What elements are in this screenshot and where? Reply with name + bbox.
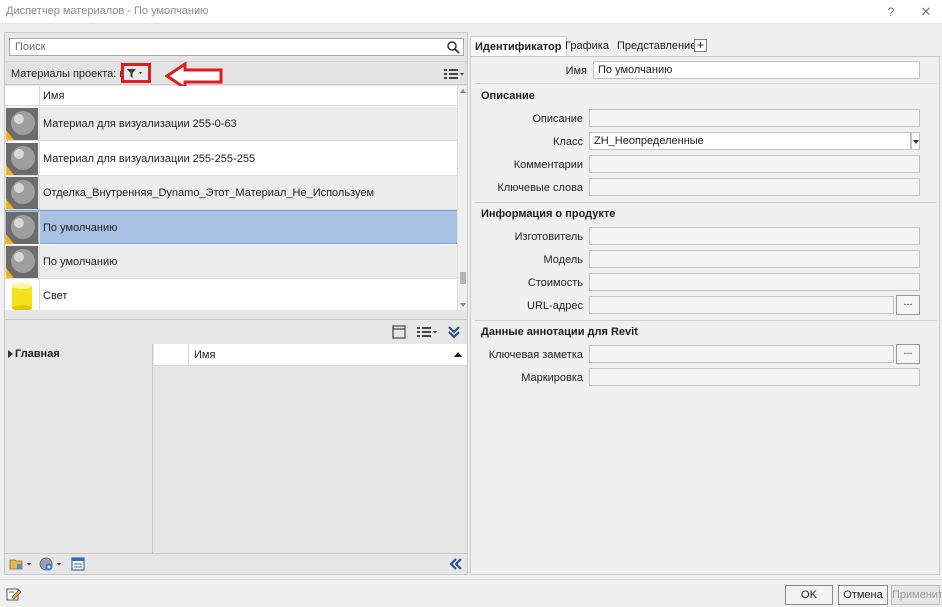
help-button[interactable]: ? — [881, 3, 901, 21]
cost-label: Стоимость — [527, 277, 583, 289]
tab-identity[interactable]: Идентификатор — [470, 36, 567, 56]
apply-button[interactable]: Применить — [891, 585, 942, 605]
comments-label: Комментарии — [513, 159, 583, 171]
material-name: Материал для визуализации 255-255-255 — [43, 153, 256, 165]
list-header: Имя — [5, 86, 457, 106]
mark-label: Маркировка — [521, 372, 583, 384]
list-item[interactable]: Свет — [5, 279, 457, 310]
project-materials-list: Имя Материал для визуализации 255-0-63 М… — [5, 86, 467, 310]
filter-button[interactable] — [121, 63, 151, 83]
section-revit-annotation: Данные аннотации для Revit — [481, 326, 638, 338]
vertical-scrollbar[interactable] — [457, 86, 467, 310]
search-input[interactable] — [10, 39, 440, 55]
chevron-down-icon[interactable] — [911, 132, 920, 150]
list-item[interactable]: Материал для визуализации 255-0-63 — [5, 107, 457, 141]
collapse-left-icon[interactable] — [449, 557, 463, 571]
sphere-gray-icon — [6, 177, 38, 209]
search-box — [9, 38, 464, 56]
comments-field[interactable] — [589, 155, 920, 173]
close-button[interactable]: ✕ — [916, 3, 936, 21]
sphere-gray-icon — [6, 108, 38, 140]
material-name: По умолчанию — [43, 256, 118, 268]
section-product-info: Информация о продукте — [481, 208, 616, 220]
add-tab-button[interactable]: + — [694, 39, 707, 52]
keywords-field[interactable] — [589, 178, 920, 196]
material-name: Отделка_Внутренняя_Dynamo_Этот_Материал_… — [43, 187, 375, 199]
list-view-icon[interactable] — [443, 67, 465, 81]
library-toolbar — [5, 319, 467, 343]
bottom-toolbar — [5, 553, 467, 574]
keywords-label: Ключевые слова — [497, 182, 583, 194]
tree-item-label: Главная — [15, 348, 60, 360]
name-label: Имя — [565, 65, 587, 77]
properties-pane: Имя По умолчанию Описание Описание Класс… — [470, 56, 940, 575]
scroll-thumb[interactable] — [460, 272, 466, 284]
description-label: Описание — [532, 113, 583, 125]
keynote-field[interactable] — [589, 345, 894, 363]
search-icon[interactable] — [446, 40, 460, 54]
library-tree: Главная — [5, 344, 153, 553]
filter-icon — [127, 69, 142, 78]
sphere-gray-icon — [6, 212, 38, 244]
url-field[interactable] — [589, 296, 894, 314]
expand-triangle-icon[interactable] — [8, 350, 13, 358]
tree-item-home[interactable]: Главная — [8, 348, 60, 360]
tab-strip: Идентификатор Графика Представление + — [470, 34, 940, 56]
material-name: Материал для визуализации 255-0-63 — [43, 118, 237, 130]
model-field[interactable] — [589, 250, 920, 268]
description-field[interactable] — [589, 109, 920, 127]
keynote-label: Ключевая заметка — [488, 349, 583, 361]
tab-graphics[interactable]: Графика — [561, 36, 613, 56]
create-material-icon[interactable] — [39, 557, 65, 571]
sphere-gray-icon — [6, 143, 38, 175]
library-list: Имя — [154, 344, 467, 553]
class-label: Класс — [553, 136, 583, 148]
list-item[interactable]: Отделка_Внутренняя_Dynamo_Этот_Материал_… — [5, 176, 457, 210]
url-label: URL-адрес — [527, 300, 583, 312]
name-field[interactable]: По умолчанию — [593, 61, 920, 79]
manufacturer-field[interactable] — [589, 227, 920, 245]
library-area: Главная Имя — [5, 344, 467, 553]
sphere-gray-icon — [6, 246, 38, 278]
section-description: Описание — [481, 90, 535, 102]
material-name: По умолчанию — [43, 222, 118, 234]
sort-ascending-icon[interactable] — [454, 352, 462, 357]
cost-field[interactable] — [589, 273, 920, 291]
open-library-icon[interactable] — [9, 557, 35, 571]
list-item[interactable]: Материал для визуализации 255-255-255 — [5, 142, 457, 176]
list-item-selected[interactable]: По умолчанию — [5, 210, 457, 245]
edit-icon[interactable] — [6, 587, 22, 601]
manufacturer-label: Изготовитель — [514, 231, 583, 243]
library-column-name-header[interactable]: Имя — [194, 349, 215, 361]
keynote-browse-button[interactable]: ... — [896, 344, 920, 364]
class-dropdown[interactable]: ZH_Неопределенные — [589, 132, 911, 150]
list-item[interactable]: По умолчанию — [5, 245, 457, 279]
model-label: Модель — [543, 254, 583, 266]
scroll-down-arrow-icon[interactable] — [460, 303, 466, 307]
mark-field[interactable] — [589, 368, 920, 386]
cylinder-yellow-icon — [6, 280, 38, 310]
tab-appearance[interactable]: Представление — [613, 36, 700, 56]
library-list-header: Имя — [154, 344, 467, 366]
window-title: Диспетчер материалов - По умолчанию — [6, 5, 209, 17]
asset-browser-icon[interactable] — [71, 557, 85, 571]
scroll-up-arrow-icon[interactable] — [460, 89, 466, 93]
column-name-header[interactable]: Имя — [43, 90, 64, 102]
cancel-button[interactable]: Отмена — [838, 585, 888, 605]
project-materials-label: Материалы проекта: все — [11, 68, 137, 80]
material-name: Свет — [43, 290, 68, 302]
materials-browser-pane: Материалы проекта: все Имя — [4, 32, 468, 575]
project-materials-bar: Материалы проекта: все — [5, 61, 467, 85]
panel-toggle-icon[interactable] — [392, 325, 406, 339]
library-view-options-icon[interactable] — [416, 325, 438, 339]
ok-button[interactable]: OK — [785, 585, 833, 605]
title-bar: Диспетчер материалов - По умолчанию ? ✕ — [0, 0, 942, 24]
url-browse-button[interactable]: ... — [896, 295, 920, 315]
collapse-down-icon[interactable] — [447, 325, 461, 339]
dialog-footer: OK Отмена Применить — [0, 579, 942, 607]
